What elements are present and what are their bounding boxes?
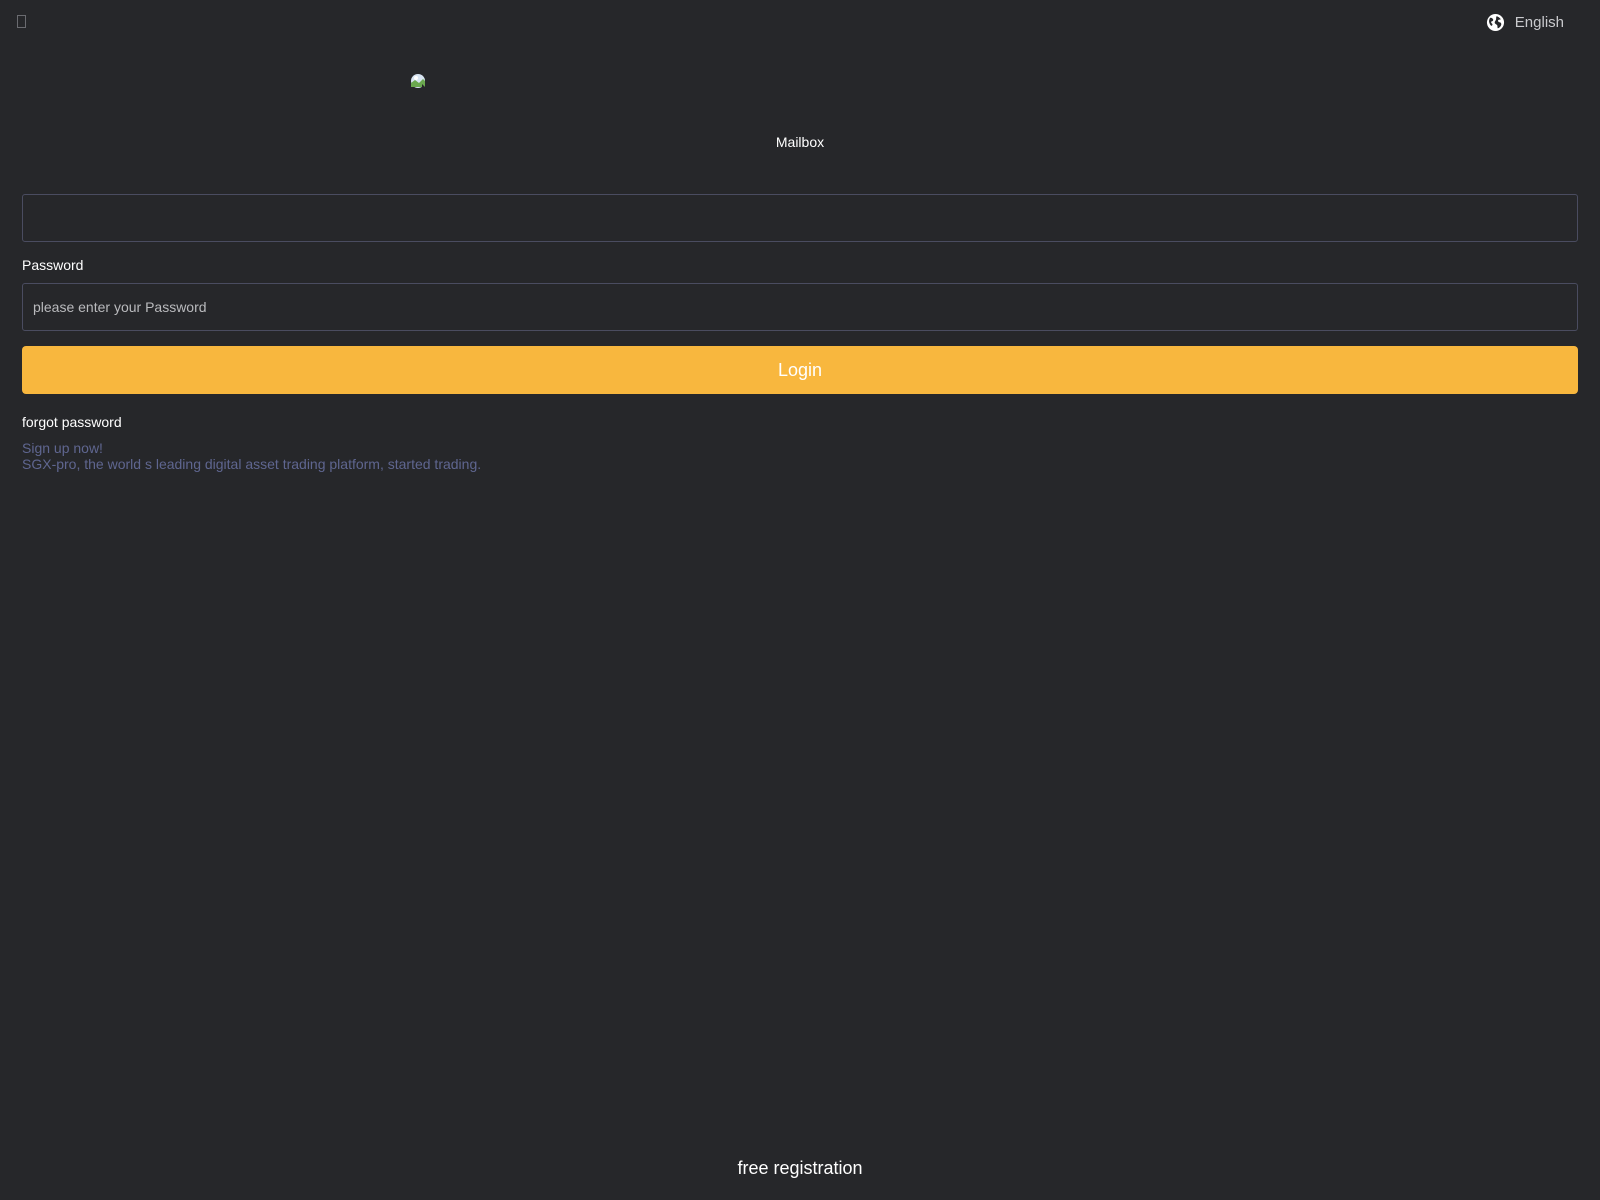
mailbox-label: Mailbox (775, 134, 825, 150)
signup-now-link[interactable]: Sign up now! (22, 440, 481, 456)
forgot-password-link[interactable]: forgot password (22, 414, 122, 430)
password-label: Password (22, 257, 84, 273)
language-switcher[interactable]: English (1486, 13, 1564, 32)
free-registration-link[interactable]: free registration (0, 1158, 1600, 1179)
login-button[interactable]: Login (22, 346, 1578, 394)
signup-promo[interactable]: Sign up now! SGX-pro, the world s leadin… (22, 440, 481, 472)
missing-glyph-icon[interactable] (17, 15, 26, 28)
password-input[interactable] (22, 283, 1578, 331)
broken-image-logo-icon (411, 74, 427, 89)
login-page: English Mailbox Password Login forgot pa… (0, 0, 1600, 1200)
signup-tagline: SGX-pro, the world s leading digital ass… (22, 456, 482, 472)
globe-icon (1486, 13, 1504, 32)
language-label: English (1514, 14, 1564, 31)
mailbox-input[interactable] (22, 194, 1578, 242)
